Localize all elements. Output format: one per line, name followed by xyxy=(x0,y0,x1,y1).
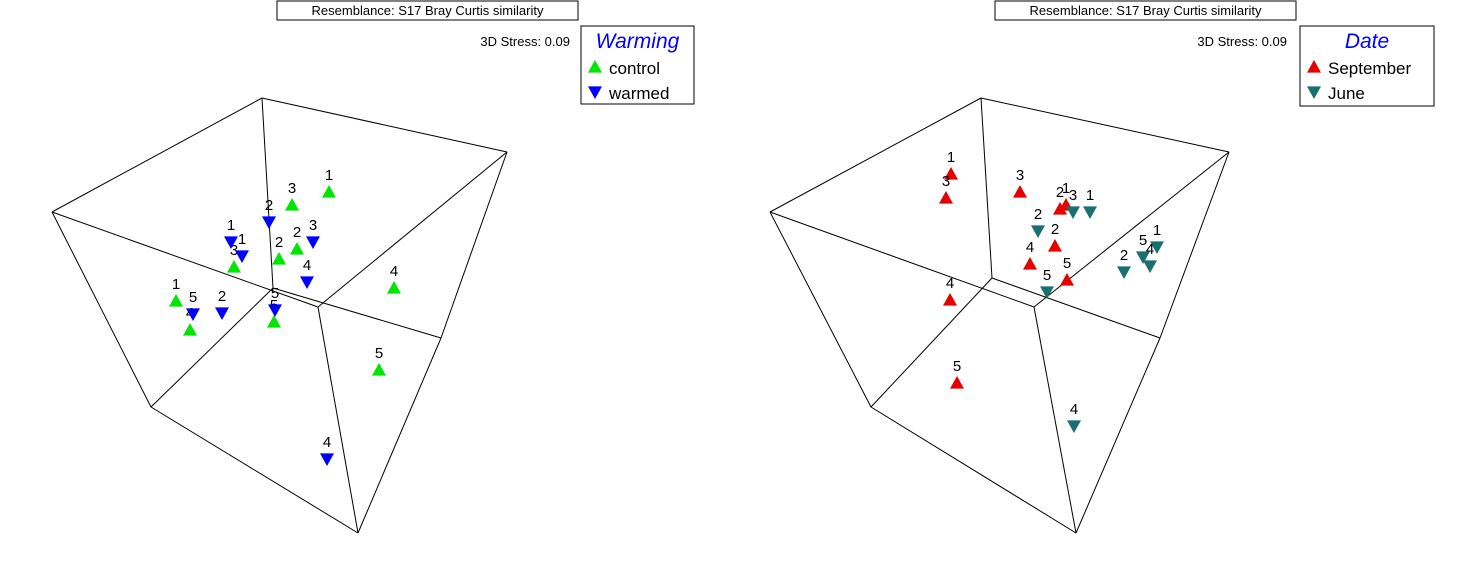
box-edge xyxy=(769,211,1035,308)
point-marker-september xyxy=(1048,239,1062,252)
point-label: 4 xyxy=(303,257,311,274)
box-edge xyxy=(150,406,359,534)
data-points: 1322341455231145254 xyxy=(169,167,401,466)
point-label: 4 xyxy=(390,263,398,280)
point-label: 1 xyxy=(172,276,180,293)
box-edge xyxy=(870,406,1077,534)
box-edge xyxy=(440,151,508,339)
point-marker-control xyxy=(183,323,197,336)
mds-3d-box xyxy=(51,97,508,534)
box-edge xyxy=(272,287,442,339)
point-marker-june xyxy=(1117,266,1131,279)
point-label: 2 xyxy=(1120,247,1128,264)
point-marker-control xyxy=(285,198,299,211)
point-label: 5 xyxy=(1063,255,1071,272)
legend-label: warmed xyxy=(608,84,669,103)
point-marker-june xyxy=(1067,420,1081,433)
point-marker-control xyxy=(372,363,386,376)
point-marker-september xyxy=(1013,185,1027,198)
stress-label: 3D Stress: 0.09 xyxy=(1197,34,1287,49)
point-label: 4 xyxy=(946,275,954,292)
mds-3d-box xyxy=(769,97,1230,534)
box-edge xyxy=(870,277,993,408)
legend: Date September June xyxy=(1299,25,1435,107)
point-label: 5 xyxy=(375,345,383,362)
box-edge xyxy=(317,151,508,308)
box-edge xyxy=(769,211,872,408)
point-marker-june xyxy=(1143,260,1157,273)
point-marker-june xyxy=(1066,206,1080,219)
box-edge xyxy=(1033,306,1077,534)
point-marker-warmed xyxy=(215,307,229,320)
point-label: 2 xyxy=(218,288,226,305)
box-edge xyxy=(261,97,274,289)
stress-label: 3D Stress: 0.09 xyxy=(480,34,570,49)
point-marker-warmed xyxy=(306,236,320,249)
legend-label: September xyxy=(1328,59,1411,78)
box-edge xyxy=(51,211,152,408)
resemblance-title: Resemblance: S17 Bray Curtis similarity xyxy=(1030,3,1262,18)
box-edge xyxy=(1075,337,1161,534)
point-label: 2 xyxy=(1034,206,1042,223)
point-label: 5 xyxy=(189,289,197,306)
box-edge xyxy=(51,97,263,213)
point-marker-warmed xyxy=(262,216,276,229)
point-label: 5 xyxy=(271,285,279,302)
legend-label: June xyxy=(1328,84,1365,103)
box-edge xyxy=(357,337,442,534)
point-marker-june xyxy=(1083,206,1097,219)
point-marker-control xyxy=(322,185,336,198)
legend-title: Date xyxy=(1345,30,1389,53)
point-label: 5 xyxy=(1043,267,1051,284)
chart-stage: Resemblance: S17 Bray Curtis similarity 3… xyxy=(51,0,1435,534)
box-edge xyxy=(980,97,1230,153)
point-marker-september xyxy=(950,376,964,389)
point-label: 1 xyxy=(238,231,246,248)
point-marker-warmed xyxy=(300,276,314,289)
date-mds-plot: Resemblance: S17 Bray Curtis similarity 3… xyxy=(769,0,1435,534)
point-marker-september xyxy=(1060,273,1074,286)
point-label: 1 xyxy=(325,167,333,184)
point-label: 2 xyxy=(275,234,283,251)
point-marker-september xyxy=(1023,257,1037,270)
point-label: 1 xyxy=(947,149,955,166)
point-marker-control xyxy=(272,252,286,265)
point-marker-control xyxy=(267,315,281,328)
point-label: 3 xyxy=(1069,187,1077,204)
resemblance-title: Resemblance: S17 Bray Curtis similarity xyxy=(312,3,544,18)
point-marker-september xyxy=(939,191,953,204)
legend: Warming control warmed xyxy=(580,25,695,105)
legend-title: Warming xyxy=(596,30,680,53)
point-label: 3 xyxy=(288,180,296,197)
point-label: 5 xyxy=(953,358,961,375)
point-label: 4 xyxy=(1026,239,1034,256)
point-marker-september xyxy=(943,293,957,306)
point-label: 1 xyxy=(227,217,235,234)
point-label: 2 xyxy=(1051,221,1059,238)
box-edge xyxy=(150,287,274,408)
point-marker-warmed xyxy=(320,453,334,466)
point-label: 2 xyxy=(293,224,301,241)
point-label: 1 xyxy=(1086,187,1094,204)
point-marker-control xyxy=(169,294,183,307)
point-label: 4 xyxy=(1146,241,1154,258)
point-label: 1 xyxy=(1153,222,1161,239)
data-points: 13 321245453 12154254 xyxy=(939,149,1164,433)
point-marker-control xyxy=(227,260,241,273)
point-marker-control xyxy=(290,242,304,255)
warming-mds-plot: Resemblance: S17 Bray Curtis similarity 3… xyxy=(51,0,695,534)
point-label: 4 xyxy=(323,434,331,451)
point-label: 4 xyxy=(1070,401,1078,418)
box-edge xyxy=(261,97,508,153)
point-label: 2 xyxy=(265,197,273,214)
point-marker-control xyxy=(387,281,401,294)
point-marker-june xyxy=(1031,225,1045,238)
legend-label: control xyxy=(609,59,660,78)
point-label: 3 xyxy=(1016,167,1024,184)
box-edge xyxy=(317,306,359,534)
point-label: 3 xyxy=(942,173,950,190)
box-edge xyxy=(980,97,993,279)
point-label: 3 xyxy=(309,217,317,234)
box-edge xyxy=(991,277,1161,339)
